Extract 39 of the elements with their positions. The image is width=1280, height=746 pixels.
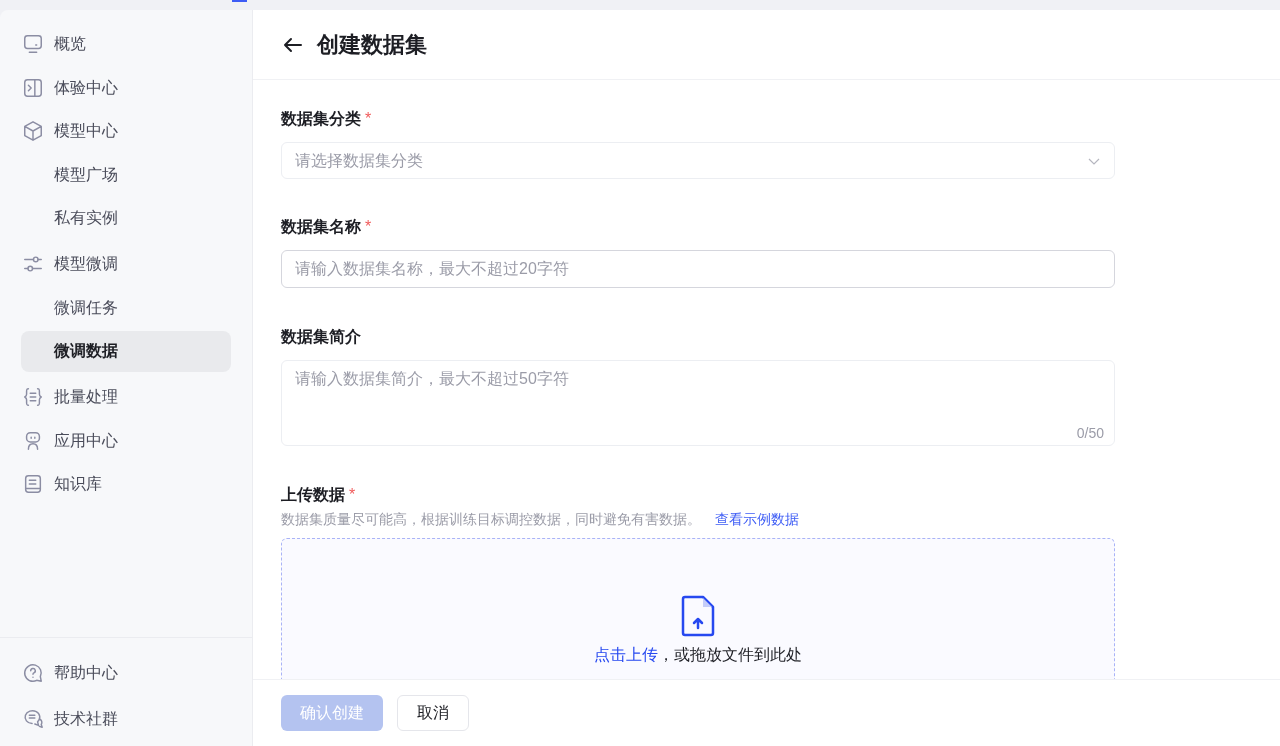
field-label: 数据集简介 [281,327,361,347]
sidebar-item[interactable]: 模型微调 [21,243,231,285]
sidebar-item[interactable]: 模型中心 [21,110,231,152]
field-label: 数据集名称 [281,217,361,237]
cube-icon [22,120,44,142]
sidebar-item[interactable]: 技术社群 [21,696,231,742]
drop-text: ，或拖放文件到此处 [658,645,802,665]
sidebar-item[interactable]: 帮助中心 [21,650,231,696]
braces-icon [22,386,44,408]
sidebar-item[interactable]: 私有实例 [21,197,231,239]
upload-hint: 数据集质量尽可能高，根据训练目标调控数据，同时避免有害数据。 [281,510,701,529]
field-label: 上传数据 [281,485,345,505]
sidebar-item[interactable]: 知识库 [21,463,231,505]
required-mark: * [365,109,372,129]
help-icon [22,662,44,684]
sidebar-item[interactable]: 模型广场 [21,154,231,195]
file-upload-icon [680,595,716,637]
required-mark: * [349,485,356,505]
example-data-link[interactable]: 查看示例数据 [715,509,799,529]
upload-link[interactable]: 点击上传 [594,643,658,667]
sliders-icon [22,253,44,275]
sidebar-item[interactable]: 批量处理 [21,376,231,418]
sidebar-item[interactable]: 概览 [21,23,231,65]
required-mark: * [365,217,372,237]
sidebar-item[interactable]: 应用中心 [21,420,231,461]
split-panel-icon [22,76,44,99]
tab-indicator [232,0,247,2]
cancel-button[interactable]: 取消 [397,695,469,731]
page-title: 创建数据集 [317,31,427,59]
upload-dropzone[interactable]: 点击上传，或拖放文件到此处 [281,538,1115,679]
name-field[interactable]: 请输入数据集名称，最大不超过20字符 [281,250,1115,288]
chat-icon [22,708,44,730]
field-label: 数据集分类 [281,109,361,129]
sidebar-item[interactable]: 微调任务 [21,287,231,328]
char-counter: 0/50 [1076,424,1104,443]
monitor-icon [22,33,44,55]
sidebar-item[interactable]: 体验中心 [21,67,231,108]
sidebar-item[interactable]: 微调数据 [21,330,231,372]
book-icon [22,473,44,495]
